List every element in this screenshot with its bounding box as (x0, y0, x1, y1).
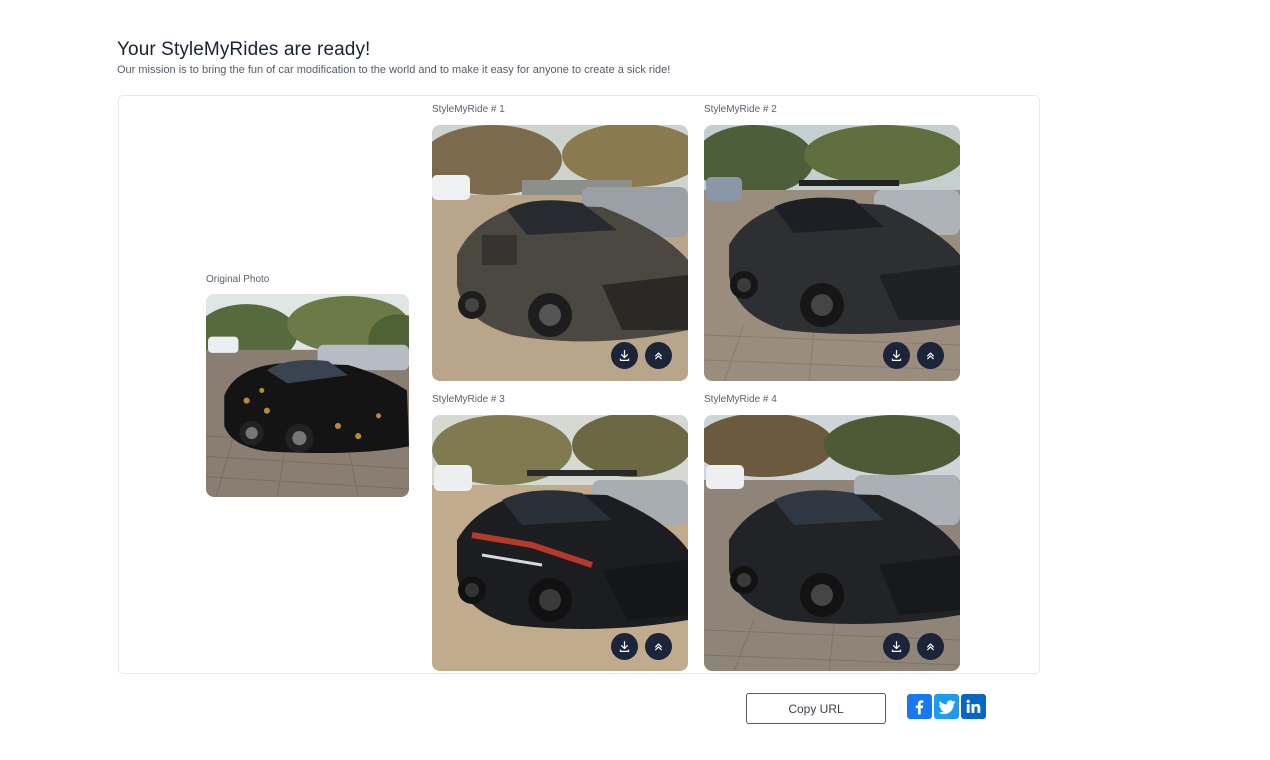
download-icon (619, 641, 630, 652)
copy-url-button[interactable]: Copy URL (746, 693, 886, 724)
facebook-share-button[interactable] (907, 694, 932, 719)
linkedin-share-button[interactable] (961, 694, 986, 719)
result-3-image (432, 415, 688, 671)
result-4-image (704, 415, 960, 671)
download-icon (891, 641, 902, 652)
chevrons-up-icon (927, 643, 934, 651)
chevrons-up-icon (655, 352, 662, 360)
download-button[interactable] (883, 342, 910, 369)
upscale-button[interactable] (645, 633, 672, 660)
result-1-label: StyleMyRide # 1 (432, 104, 505, 115)
result-3-label: StyleMyRide # 3 (432, 394, 505, 405)
download-button[interactable] (883, 633, 910, 660)
facebook-icon (915, 700, 924, 715)
download-icon (891, 350, 902, 361)
twitter-icon (938, 699, 955, 714)
download-icon (619, 350, 630, 361)
chevrons-up-icon (655, 643, 662, 651)
result-4-label: StyleMyRide # 4 (704, 394, 777, 405)
page-subtitle: Our mission is to bring the fun of car m… (117, 64, 671, 76)
original-photo (206, 294, 409, 497)
twitter-share-button[interactable] (934, 694, 959, 719)
chevrons-up-icon (927, 352, 934, 360)
upscale-button[interactable] (645, 342, 672, 369)
upscale-button[interactable] (917, 633, 944, 660)
result-1-image (432, 125, 688, 381)
result-2-label: StyleMyRide # 2 (704, 104, 777, 115)
result-2-image (704, 125, 960, 381)
original-photo-label: Original Photo (206, 274, 270, 285)
upscale-button[interactable] (917, 342, 944, 369)
download-button[interactable] (611, 633, 638, 660)
page-title: Your StyleMyRides are ready! (117, 39, 371, 60)
linkedin-icon (966, 699, 981, 713)
download-button[interactable] (611, 342, 638, 369)
